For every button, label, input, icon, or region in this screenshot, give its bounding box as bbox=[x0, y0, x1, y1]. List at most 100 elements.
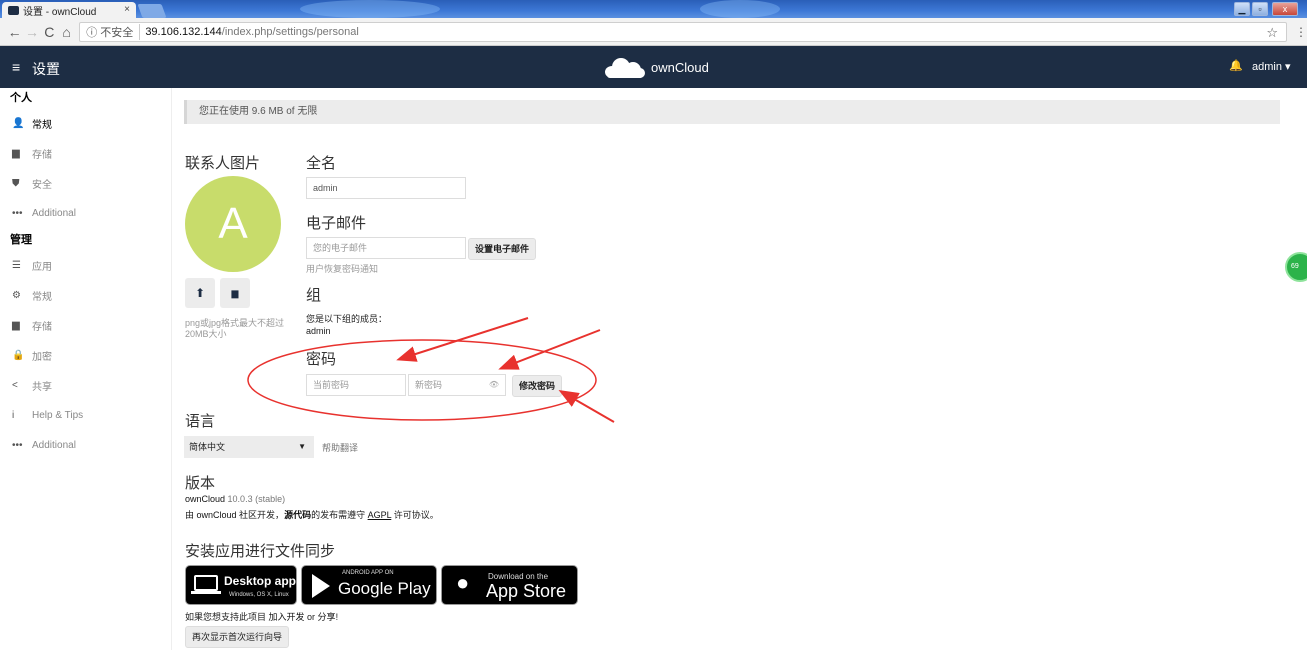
settings-content: 您正在使用 9.6 MB of 无限 联系人图片 A ⬆ ▆ png或jpg格式… bbox=[172, 88, 1307, 650]
current-password-input[interactable]: 当前密码 bbox=[306, 374, 406, 396]
address-bar: ← → C ⌂ ⓘ 不安全 39.106.132.144/index.php/s… bbox=[0, 18, 1307, 46]
sidebar-personal-item-label: 安全 bbox=[32, 179, 52, 191]
change-password-button[interactable]: 修改密码 bbox=[512, 375, 563, 397]
email-input[interactable]: 您的电子邮件 bbox=[306, 237, 466, 259]
new-tab-button[interactable] bbox=[137, 4, 167, 18]
sidebar-admin-item-icon: < bbox=[12, 379, 18, 391]
sidebar-admin-item-icon: i bbox=[12, 409, 15, 421]
sidebar-admin-item-label: 存储 bbox=[32, 321, 52, 333]
sidebar-admin-item-icon: ▆ bbox=[12, 319, 20, 331]
sidebar-heading-personal: 个人 bbox=[10, 92, 32, 104]
show-password-eye-icon[interactable]: 👁 bbox=[489, 375, 499, 395]
forward-arrow-icon[interactable]: → bbox=[23, 24, 40, 40]
security-indicator[interactable]: ⓘ 不安全 bbox=[86, 23, 141, 40]
play-triangle-icon bbox=[312, 574, 330, 598]
tab-close-icon[interactable]: × bbox=[124, 4, 130, 15]
reload-icon[interactable]: C bbox=[41, 24, 58, 40]
upload-avatar-button[interactable]: ⬆ bbox=[185, 278, 215, 308]
fullname-heading: 全名 bbox=[306, 155, 337, 172]
email-note: 用户恢复密码通知 bbox=[306, 264, 379, 274]
group-member-label: 您是以下组的成员： bbox=[306, 314, 388, 324]
sidebar-admin-item-label: 应用 bbox=[32, 261, 52, 273]
source-code-link[interactable]: 源代码 bbox=[284, 510, 311, 520]
browser-menu-icon[interactable]: ⋮ bbox=[1295, 25, 1307, 39]
sidebar-admin-item-label: Help & Tips bbox=[32, 409, 84, 421]
sidebar-admin-item-icon: ☰ bbox=[12, 259, 21, 271]
settings-sidebar: 个人 👤 常规 ▆ 存储 ⛊ 安全 ••• Additional 管理 ☰ 应用 ⚙ 常规 ▆ 存储 🔒 加… bbox=[0, 88, 172, 650]
password-heading: 密码 bbox=[306, 351, 337, 368]
email-heading: 电子邮件 bbox=[306, 215, 367, 232]
minimize-button[interactable]: ▁ bbox=[1234, 2, 1250, 16]
laptop-base bbox=[191, 591, 221, 594]
sidebar-personal-item[interactable]: ▆ 存储 bbox=[0, 138, 171, 168]
first-run-wizard-button[interactable]: 再次显示首次运行向导 bbox=[185, 626, 290, 648]
community-link[interactable]: ownCloud 社区 bbox=[197, 510, 258, 520]
sidebar-admin-item[interactable]: ••• Additional bbox=[0, 430, 171, 460]
sidebar-personal-item[interactable]: 👤 常规 bbox=[0, 108, 171, 138]
app-store-button[interactable]: ● Download on the App Store bbox=[441, 565, 578, 605]
hamburger-menu-icon[interactable]: ≡ bbox=[12, 59, 20, 75]
share-link[interactable]: 分享 bbox=[318, 612, 336, 622]
restore-button[interactable]: ▫ bbox=[1252, 2, 1268, 16]
help-translate-link[interactable]: 帮助翻译 bbox=[322, 441, 358, 454]
sidebar-admin-item[interactable]: ⚙ 常规 bbox=[0, 280, 171, 310]
group-heading: 组 bbox=[306, 287, 322, 304]
avatar-heading: 联系人图片 bbox=[185, 155, 261, 172]
sidebar-admin-item[interactable]: < 共享 bbox=[0, 370, 171, 400]
avatar-format-note: png或jpg格式最大不超过 20MB大小 bbox=[185, 318, 285, 339]
sync-heading: 安装应用进行文件同步 bbox=[185, 543, 336, 560]
sidebar-personal-list: 👤 常规 ▆ 存储 ⛊ 安全 ••• Additional bbox=[0, 108, 171, 228]
app-title[interactable]: 设置 bbox=[32, 59, 60, 79]
quota-usage-bar: 您正在使用 9.6 MB of 无限 bbox=[184, 100, 1280, 124]
notifications-bell-icon[interactable]: 🔔 bbox=[1229, 59, 1243, 72]
sidebar-personal-item-label: 存储 bbox=[32, 149, 52, 161]
desktop-app-button[interactable]: Desktop app Windows, OS X, Linux bbox=[185, 565, 297, 605]
sidebar-admin-list: ☰ 应用 ⚙ 常规 ▆ 存储 🔒 加密 < 共享 i Help & Tips ••• Additional bbox=[0, 250, 171, 460]
user-menu[interactable]: admin ▾ bbox=[1252, 60, 1291, 73]
tab-bar-decoration bbox=[300, 0, 440, 18]
sidebar-personal-item-icon: ⛊ bbox=[12, 177, 20, 189]
app-header: ≡ 设置 ownCloud 🔔 admin ▾ bbox=[0, 46, 1307, 88]
join-development-link[interactable]: 加入开发 bbox=[269, 612, 305, 622]
sidebar-personal-item-label: 常规 bbox=[32, 119, 52, 131]
folder-icon[interactable]: ▆ bbox=[220, 278, 250, 308]
sidebar-admin-item[interactable]: ☰ 应用 bbox=[0, 250, 171, 280]
sidebar-admin-item[interactable]: i Help & Tips bbox=[0, 400, 171, 430]
set-email-button[interactable]: 设置电子邮件 bbox=[468, 238, 537, 260]
url-host: 39.106.132.144 bbox=[145, 25, 222, 38]
brand-name: ownCloud bbox=[651, 59, 709, 75]
support-text: 如果您想支持此项目 加入开发 or 分享! bbox=[185, 612, 339, 622]
owncloud-logo[interactable]: ownCloud bbox=[603, 54, 709, 80]
sidebar-admin-item[interactable]: ▆ 存储 bbox=[0, 310, 171, 340]
sidebar-personal-item-icon: 👤 bbox=[12, 117, 25, 129]
google-play-button[interactable]: ANDROID APP ON Google Play bbox=[301, 565, 437, 605]
tab-bar-decoration bbox=[700, 0, 780, 18]
apple-logo-icon: ● bbox=[456, 570, 470, 595]
bookmark-star-icon[interactable]: ☆ bbox=[1266, 25, 1278, 41]
sidebar-admin-item-icon: ••• bbox=[12, 439, 23, 451]
home-icon[interactable]: ⌂ bbox=[58, 24, 75, 40]
agpl-link[interactable]: AGPL bbox=[368, 510, 392, 520]
new-password-input[interactable]: 新密码 👁 bbox=[408, 374, 506, 396]
sidebar-personal-item[interactable]: ⛊ 安全 bbox=[0, 168, 171, 198]
version-heading: 版本 bbox=[185, 475, 216, 492]
license-text: 由 ownCloud 社区开发，源代码的发布需遵守 AGPL 许可协议。 bbox=[185, 510, 439, 520]
sidebar-admin-item[interactable]: 🔒 加密 bbox=[0, 340, 171, 370]
url-path: /index.php/settings/personal bbox=[221, 25, 359, 38]
laptop-icon bbox=[194, 575, 218, 591]
sidebar-personal-item[interactable]: ••• Additional bbox=[0, 198, 171, 228]
fullname-input[interactable]: admin bbox=[306, 177, 466, 199]
back-arrow-icon[interactable]: ← bbox=[6, 24, 23, 40]
url-field[interactable]: ⓘ 不安全 39.106.132.144/index.php/settings/… bbox=[79, 21, 1287, 42]
sidebar-admin-item-label: 共享 bbox=[32, 381, 52, 393]
sidebar-admin-item-label: Additional bbox=[32, 439, 76, 451]
language-select[interactable]: 简体中文 ▼ bbox=[184, 436, 314, 458]
sidebar-personal-item-icon: ▆ bbox=[12, 147, 20, 159]
browser-tab[interactable]: 设置 - ownCloud × bbox=[2, 2, 136, 18]
sidebar-personal-item-label: Additional bbox=[32, 207, 76, 219]
browser-tab-bar: 设置 - ownCloud × ▁ ▫ x bbox=[0, 0, 1307, 18]
browser-extension-badge[interactable]: 69 bbox=[1285, 252, 1307, 282]
window-close-button[interactable]: x bbox=[1272, 2, 1298, 16]
sidebar-admin-item-label: 加密 bbox=[32, 351, 52, 363]
version-text: ownCloud 10.0.3 (stable) bbox=[185, 494, 286, 504]
